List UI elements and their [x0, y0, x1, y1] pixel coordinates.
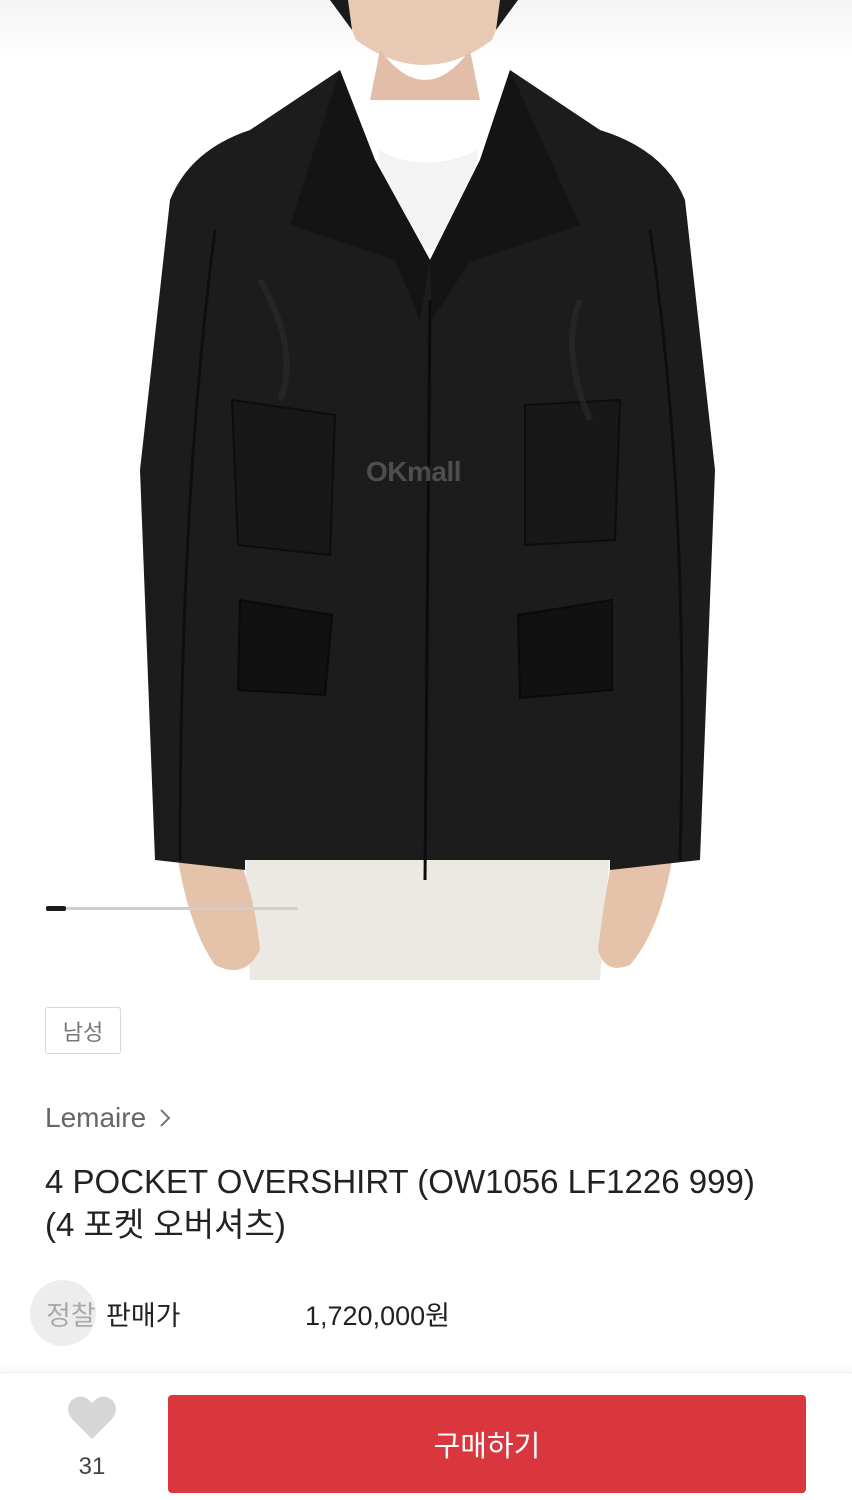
- product-title: 4 POCKET OVERSHIRT (OW1056 LF1226 999) (…: [45, 1163, 755, 1243]
- product-page: OKmall 남성 Lemaire 4 POCKET OVERSHIRT (OW…: [0, 0, 852, 1500]
- carousel-progress-fill: [46, 906, 67, 911]
- carousel-progress: [46, 906, 298, 911]
- chevron-right-icon: [160, 1109, 171, 1127]
- brand-link[interactable]: Lemaire: [45, 1099, 174, 1137]
- watermark-text: OKmall: [366, 456, 462, 487]
- product-image[interactable]: OKmall: [0, 0, 852, 980]
- like-count: 31: [78, 1453, 106, 1480]
- category-chip[interactable]: 남성: [45, 1007, 121, 1054]
- price-label: 판매가: [106, 1301, 181, 1331]
- like-button[interactable]: 31: [52, 1393, 132, 1493]
- price-value: 1,720,000원: [305, 1301, 450, 1331]
- bottom-action-bar: 31 구매하기: [0, 1372, 852, 1500]
- price-row: 정찰 판매가 1,720,000원: [0, 1280, 852, 1346]
- price-badge: 정찰: [46, 1301, 96, 1331]
- brand-name: Lemaire: [45, 1102, 147, 1133]
- buy-button[interactable]: 구매하기: [168, 1395, 806, 1493]
- heart-icon: [68, 1396, 116, 1439]
- product-photo-illustration: [140, 0, 715, 980]
